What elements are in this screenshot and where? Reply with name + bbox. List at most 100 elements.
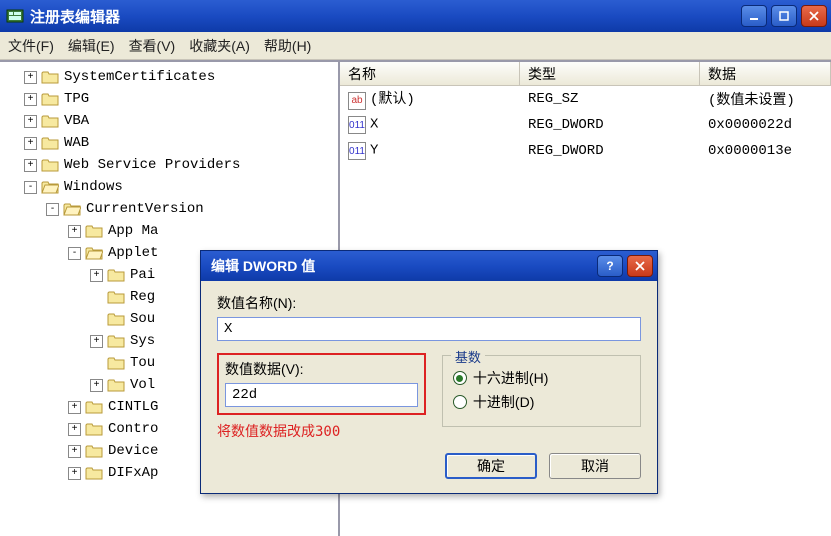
tree-item[interactable]: + WAB (2, 132, 336, 154)
tree-item-label: DIFxAp (108, 462, 158, 484)
tree-item-label: Sou (130, 308, 155, 330)
expand-icon[interactable]: + (90, 335, 103, 348)
tree-item[interactable]: + App Ma (2, 220, 336, 242)
menu-help[interactable]: 帮助(H) (264, 36, 311, 56)
cancel-button[interactable]: 取消 (549, 453, 641, 479)
name-input[interactable] (217, 317, 641, 341)
string-value-icon: ab (348, 92, 366, 110)
dialog-close-button[interactable] (627, 255, 653, 277)
tree-item-label: Sys (130, 330, 155, 352)
binary-value-icon: 011 (348, 142, 366, 160)
dialog-help-button[interactable]: ? (597, 255, 623, 277)
folder-icon (41, 136, 59, 150)
expand-icon[interactable]: + (24, 137, 37, 150)
binary-value-icon: 011 (348, 116, 366, 134)
folder-icon (85, 466, 103, 480)
menu-edit[interactable]: 编辑(E) (68, 36, 115, 56)
folder-icon (107, 268, 125, 282)
tree-item-label: Web Service Providers (64, 154, 240, 176)
name-field-label: 数值名称(N): (217, 293, 641, 313)
value-name: (默认) (370, 92, 415, 108)
tree-item-label: CINTLG (108, 396, 158, 418)
expand-icon[interactable]: + (24, 115, 37, 128)
value-type: REG_DWORD (524, 143, 704, 159)
base-legend: 基数 (451, 347, 485, 366)
expand-icon[interactable]: + (68, 401, 81, 414)
radio-dec[interactable]: 十进制(D) (453, 392, 630, 412)
tree-item-label: App Ma (108, 220, 158, 242)
tree-item-label: SystemCertificates (64, 66, 215, 88)
tree-item-label: Vol (130, 374, 155, 396)
tree-item[interactable]: + Web Service Providers (2, 154, 336, 176)
edit-dword-dialog: 编辑 DWORD 值 ? 数值名称(N): 数值数据(V): 将数值数据改成30… (200, 250, 658, 494)
tree-item[interactable]: + SystemCertificates (2, 66, 336, 88)
close-button[interactable] (801, 5, 827, 27)
tree-item[interactable]: + TPG (2, 88, 336, 110)
tree-item[interactable]: + VBA (2, 110, 336, 132)
folder-icon (41, 158, 59, 172)
folder-icon (85, 444, 103, 458)
folder-icon (107, 378, 125, 392)
value-name: X (370, 117, 378, 133)
base-groupbox: 基数 十六进制(H) 十进制(D) (442, 355, 641, 427)
tree-item[interactable]: - CurrentVersion (2, 198, 336, 220)
menu-view[interactable]: 查看(V) (129, 36, 176, 56)
tree-item-label: VBA (64, 110, 89, 132)
expand-icon[interactable]: + (24, 71, 37, 84)
value-name: Y (370, 143, 378, 159)
radio-dec-label: 十进制(D) (473, 392, 534, 412)
collapse-icon[interactable]: - (46, 203, 59, 216)
folder-icon (41, 92, 59, 106)
tree-joint (90, 291, 103, 304)
minimize-button[interactable] (741, 5, 767, 27)
dialog-title: 编辑 DWORD 值 (211, 256, 597, 276)
radio-hex[interactable]: 十六进制(H) (453, 368, 630, 388)
col-header-name[interactable]: 名称 (340, 62, 520, 85)
expand-icon[interactable]: + (68, 467, 81, 480)
collapse-icon[interactable]: - (68, 247, 81, 260)
maximize-button[interactable] (771, 5, 797, 27)
tree-item-label: Windows (64, 176, 123, 198)
tree-item[interactable]: - Windows (2, 176, 336, 198)
expand-icon[interactable]: + (68, 225, 81, 238)
value-type: REG_DWORD (524, 117, 704, 133)
tree-item-label: WAB (64, 132, 89, 154)
ok-button[interactable]: 确定 (445, 453, 537, 479)
tree-item-label: Device (108, 440, 158, 462)
main-titlebar: 注册表编辑器 (0, 0, 831, 32)
data-input[interactable] (225, 383, 418, 407)
list-row[interactable]: 011Y REG_DWORD0x0000013e (340, 138, 831, 164)
folder-icon (107, 334, 125, 348)
col-header-data[interactable]: 数据 (700, 62, 831, 85)
list-row[interactable]: 011XREG_DWORD0x0000022d (340, 112, 831, 138)
folder-icon (85, 422, 103, 436)
expand-icon[interactable]: + (24, 93, 37, 106)
tree-item-label: Reg (130, 286, 155, 308)
collapse-icon[interactable]: - (24, 181, 37, 194)
expand-icon[interactable]: + (90, 269, 103, 282)
expand-icon[interactable]: + (68, 445, 81, 458)
regedit-icon (6, 7, 24, 25)
tree-item-label: Contro (108, 418, 158, 440)
expand-icon[interactable]: + (90, 379, 103, 392)
value-type: REG_SZ (524, 91, 704, 107)
tree-item-label: CurrentVersion (86, 198, 204, 220)
dialog-titlebar: 编辑 DWORD 值 ? (201, 251, 657, 281)
window-title: 注册表编辑器 (30, 6, 741, 27)
value-data: 0x0000013e (704, 143, 827, 159)
folder-open-icon (41, 180, 59, 194)
tree-joint (90, 313, 103, 326)
folder-icon (41, 114, 59, 128)
tree-item-label: Tou (130, 352, 155, 374)
list-row[interactable]: ab(默认)REG_SZ(数值未设置) (340, 86, 831, 112)
menu-file[interactable]: 文件(F) (8, 36, 54, 56)
expand-icon[interactable]: + (68, 423, 81, 436)
list-header: 名称 类型 数据 (340, 62, 831, 86)
radio-dec-indicator (453, 395, 467, 409)
menubar: 文件(F) 编辑(E) 查看(V) 收藏夹(A) 帮助(H) (0, 32, 831, 60)
col-header-type[interactable]: 类型 (520, 62, 700, 85)
data-field-label: 数值数据(V): (225, 359, 418, 379)
menu-favorites[interactable]: 收藏夹(A) (189, 36, 250, 56)
folder-icon (85, 224, 103, 238)
expand-icon[interactable]: + (24, 159, 37, 172)
